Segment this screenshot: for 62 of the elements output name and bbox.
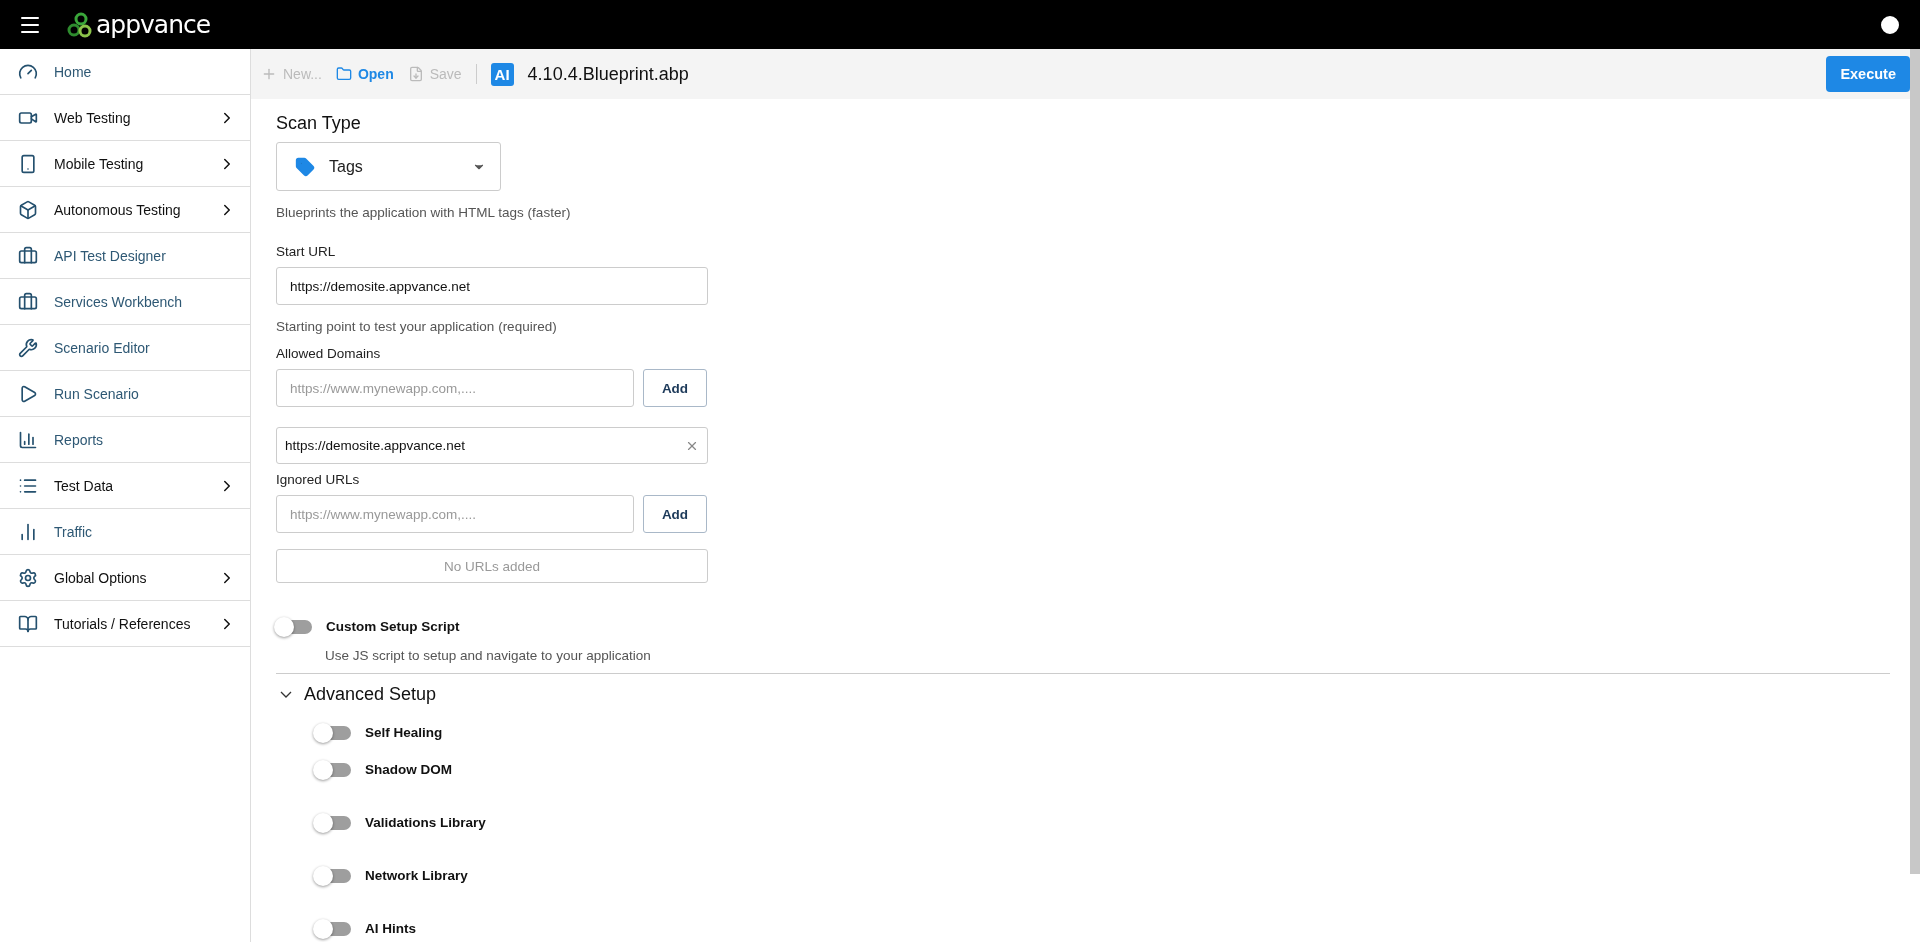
- add-button[interactable]: Add: [643, 495, 707, 533]
- sidebar-item[interactable]: API Test Designer: [0, 233, 250, 279]
- save-icon: [407, 66, 424, 82]
- domain-entry: https://demosite.appvance.net: [276, 427, 708, 464]
- sidebar-item[interactable]: Autonomous Testing: [0, 187, 250, 233]
- sidebar-item[interactable]: Tutorials / References: [0, 601, 250, 647]
- sidebar-item[interactable]: Test Data: [0, 463, 250, 509]
- sidebar-item[interactable]: Web Testing: [0, 95, 250, 141]
- field-label: Start URL: [276, 244, 337, 259]
- toggle-label: AI Hints: [365, 921, 416, 936]
- file-name: 4.10.4.Blueprint.abp: [527, 63, 689, 85]
- toggle-switch[interactable]: [315, 921, 351, 936]
- sidebar-item[interactable]: Traffic: [0, 509, 250, 555]
- tag-icon: [295, 156, 315, 177]
- sidebar-item[interactable]: Global Options: [0, 555, 250, 601]
- field-label: Allowed Domains: [276, 346, 382, 361]
- toggle-label: Validations Library: [365, 815, 486, 830]
- book-icon: [18, 613, 38, 634]
- tools-icon: [18, 337, 38, 358]
- bar-chart-icon: [18, 429, 38, 450]
- sidebar-item[interactable]: Services Workbench: [0, 279, 250, 325]
- toggle-switch[interactable]: [315, 762, 351, 777]
- empty-list-message: No URLs added: [276, 549, 708, 583]
- toggle-switch[interactable]: [276, 619, 312, 634]
- play-icon: [18, 383, 38, 404]
- briefcase-icon: [18, 245, 38, 266]
- toggle-label: Self Healing: [365, 725, 443, 740]
- folder-icon: [335, 66, 352, 82]
- phone-icon: [18, 153, 38, 174]
- sidebar-item[interactable]: Reports: [0, 417, 250, 463]
- toggle-switch[interactable]: [315, 868, 351, 883]
- field-label: Ignored URLs: [276, 472, 361, 487]
- file-type-badge: AI: [490, 62, 514, 86]
- helper-text: Use JS script to setup and navigate to your application: [325, 648, 652, 663]
- start-url-field[interactable]: https://demosite.appvance.net: [276, 267, 708, 305]
- toggle-switch[interactable]: [315, 725, 351, 740]
- scan-type-dropdown[interactable]: Tags: [276, 142, 501, 191]
- helper-text: Blueprints the application with HTML tags (faster): [276, 205, 572, 220]
- sidebar-item[interactable]: Scenario Editor: [0, 325, 250, 371]
- sidebar-item[interactable]: Run Scenario: [0, 371, 250, 417]
- logo-text: appvance: [96, 10, 211, 39]
- allowed-domain-field[interactable]: https://www.mynewapp.com,....: [276, 369, 634, 407]
- toggle-label: Custom Setup Script: [326, 619, 460, 634]
- toggle-label: Shadow DOM: [365, 762, 452, 777]
- scrollbar[interactable]: [1910, 49, 1920, 874]
- execute-button[interactable]: Execute: [1826, 56, 1910, 92]
- settings-icon: [18, 567, 38, 588]
- add-button[interactable]: Add: [643, 369, 707, 407]
- briefcase-icon: [18, 291, 38, 312]
- cube-icon: [18, 199, 38, 220]
- sidebar-item[interactable]: Mobile Testing: [0, 141, 250, 187]
- chevron-down-icon: [280, 691, 292, 698]
- ignored-url-field[interactable]: https://www.mynewapp.com,....: [276, 495, 634, 533]
- advanced-setup-header[interactable]: Advanced Setup: [276, 674, 441, 715]
- sidebar-item[interactable]: Home: [0, 49, 250, 95]
- plus-icon: [261, 66, 277, 82]
- signal-bars-icon: [18, 521, 38, 542]
- section-title: Scan Type: [276, 113, 362, 134]
- helper-text: Starting point to test your application (required): [276, 319, 558, 334]
- toggle-switch[interactable]: [315, 815, 351, 830]
- logo-rings-icon: [66, 11, 92, 38]
- toggle-label: Network Library: [365, 868, 468, 883]
